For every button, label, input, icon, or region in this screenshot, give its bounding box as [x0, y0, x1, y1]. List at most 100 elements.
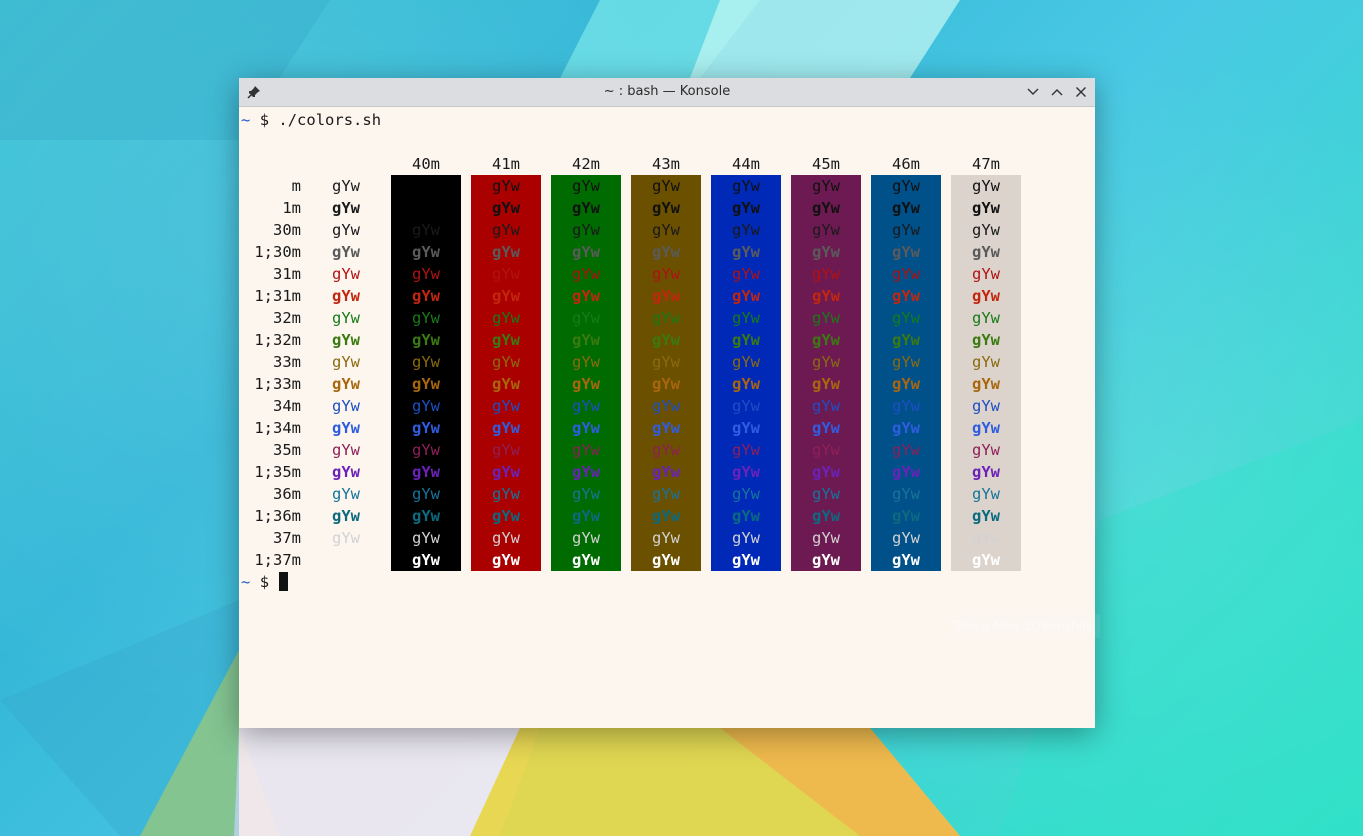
color-sample: gYw: [572, 353, 600, 371]
color-sample: gYw: [732, 221, 760, 239]
color-sample: gYw: [492, 485, 520, 503]
color-sample: gYw: [412, 221, 440, 239]
color-sample: gYw: [572, 199, 600, 217]
color-sample: gYw: [972, 265, 1000, 283]
color-sample: gYw: [412, 419, 440, 437]
color-sample: gYw: [572, 287, 600, 305]
color-sample: gYw: [492, 507, 520, 525]
column-header: 40m: [412, 155, 440, 173]
close-icon[interactable]: [1073, 84, 1089, 100]
color-sample: gYw: [332, 221, 360, 239]
color-sample: gYw: [732, 529, 760, 547]
color-sample: gYw: [412, 397, 440, 415]
color-sample: gYw: [972, 331, 1000, 349]
maximize-icon[interactable]: [1049, 84, 1065, 100]
color-sample: gYw: [732, 551, 760, 569]
color-sample: gYw: [572, 331, 600, 349]
color-sample: gYw: [572, 551, 600, 569]
color-sample: gYw: [332, 529, 360, 547]
column-header: 47m: [972, 155, 1000, 173]
text-cursor: [279, 572, 289, 591]
color-sample: gYw: [892, 529, 920, 547]
color-sample: gYw: [652, 309, 680, 327]
titlebar[interactable]: ~ : bash — Konsole: [239, 78, 1095, 107]
color-sample: gYw: [892, 397, 920, 415]
color-sample: gYw: [652, 265, 680, 283]
color-sample: gYw: [572, 309, 600, 327]
row-label: 32m: [273, 309, 301, 327]
color-sample: gYw: [572, 397, 600, 415]
color-sample: gYw: [652, 287, 680, 305]
color-sample: gYw: [572, 529, 600, 547]
color-sample: gYw: [732, 507, 760, 525]
color-sample: gYw: [972, 507, 1000, 525]
color-sample: gYw: [732, 375, 760, 393]
color-sample: gYw: [652, 463, 680, 481]
prompt-dollar-2: $: [259, 573, 270, 591]
color-sample: gYw: [412, 551, 440, 569]
color-sample: gYw: [492, 463, 520, 481]
color-sample: gYw: [492, 529, 520, 547]
row-label: 1;37m: [254, 551, 301, 569]
color-sample: gYw: [332, 485, 360, 503]
column-header: 45m: [812, 155, 840, 173]
color-sample: gYw: [652, 485, 680, 503]
color-sample: gYw: [892, 331, 920, 349]
color-sample: gYw: [412, 353, 440, 371]
color-sample: gYw: [892, 221, 920, 239]
color-sample: gYw: [892, 375, 920, 393]
color-sample: gYw: [332, 265, 360, 283]
color-sample: gYw: [332, 331, 360, 349]
color-sample: gYw: [972, 397, 1000, 415]
color-sample: gYw: [652, 419, 680, 437]
row-label: 1;35m: [254, 463, 301, 481]
color-sample: gYw: [652, 551, 680, 569]
color-sample: gYw: [492, 199, 520, 217]
prompt-tilde: ~: [241, 111, 251, 129]
color-sample: gYw: [812, 463, 840, 481]
color-sample: gYw: [492, 177, 520, 195]
row-label: 33m: [273, 353, 301, 371]
color-sample: gYw: [492, 331, 520, 349]
color-sample: gYw: [412, 177, 440, 195]
color-sample: gYw: [972, 287, 1000, 305]
color-sample: gYw: [572, 243, 600, 261]
color-sample: gYw: [732, 463, 760, 481]
color-sample: gYw: [972, 551, 1000, 569]
color-sample: gYw: [332, 309, 360, 327]
column-header: 43m: [652, 155, 680, 173]
color-sample: gYw: [572, 463, 600, 481]
color-sample: gYw: [972, 463, 1000, 481]
color-sample: gYw: [412, 463, 440, 481]
color-sample: gYw: [412, 441, 440, 459]
prompt-line[interactable]: ~ $: [241, 571, 289, 593]
row-label: 30m: [273, 221, 301, 239]
color-sample: gYw: [892, 353, 920, 371]
screenshot-tooltip[interactable]: Take a New Screenshot: [948, 614, 1100, 638]
color-sample: gYw: [972, 419, 1000, 437]
row-label: 34m: [273, 397, 301, 415]
color-sample: gYw: [332, 177, 360, 195]
color-sample: gYw: [492, 441, 520, 459]
row-label: 37m: [273, 529, 301, 547]
color-sample: gYw: [492, 419, 520, 437]
minimize-icon[interactable]: [1025, 84, 1041, 100]
color-sample: gYw: [732, 309, 760, 327]
color-sample: gYw: [652, 353, 680, 371]
row-label: 1;30m: [254, 243, 301, 261]
window-title: ~ : bash — Konsole: [603, 84, 731, 99]
color-sample: gYw: [492, 375, 520, 393]
color-sample: gYw: [812, 287, 840, 305]
color-sample: gYw: [332, 441, 360, 459]
color-sample: gYw: [732, 441, 760, 459]
color-sample: gYw: [492, 551, 520, 569]
color-sample: gYw: [332, 419, 360, 437]
color-sample: gYw: [412, 375, 440, 393]
color-sample: gYw: [412, 485, 440, 503]
color-sample: gYw: [572, 441, 600, 459]
color-sample: gYw: [972, 375, 1000, 393]
column-header: 42m: [572, 155, 600, 173]
color-sample: gYw: [892, 265, 920, 283]
row-label: 1;32m: [254, 331, 301, 349]
row-label: 35m: [273, 441, 301, 459]
